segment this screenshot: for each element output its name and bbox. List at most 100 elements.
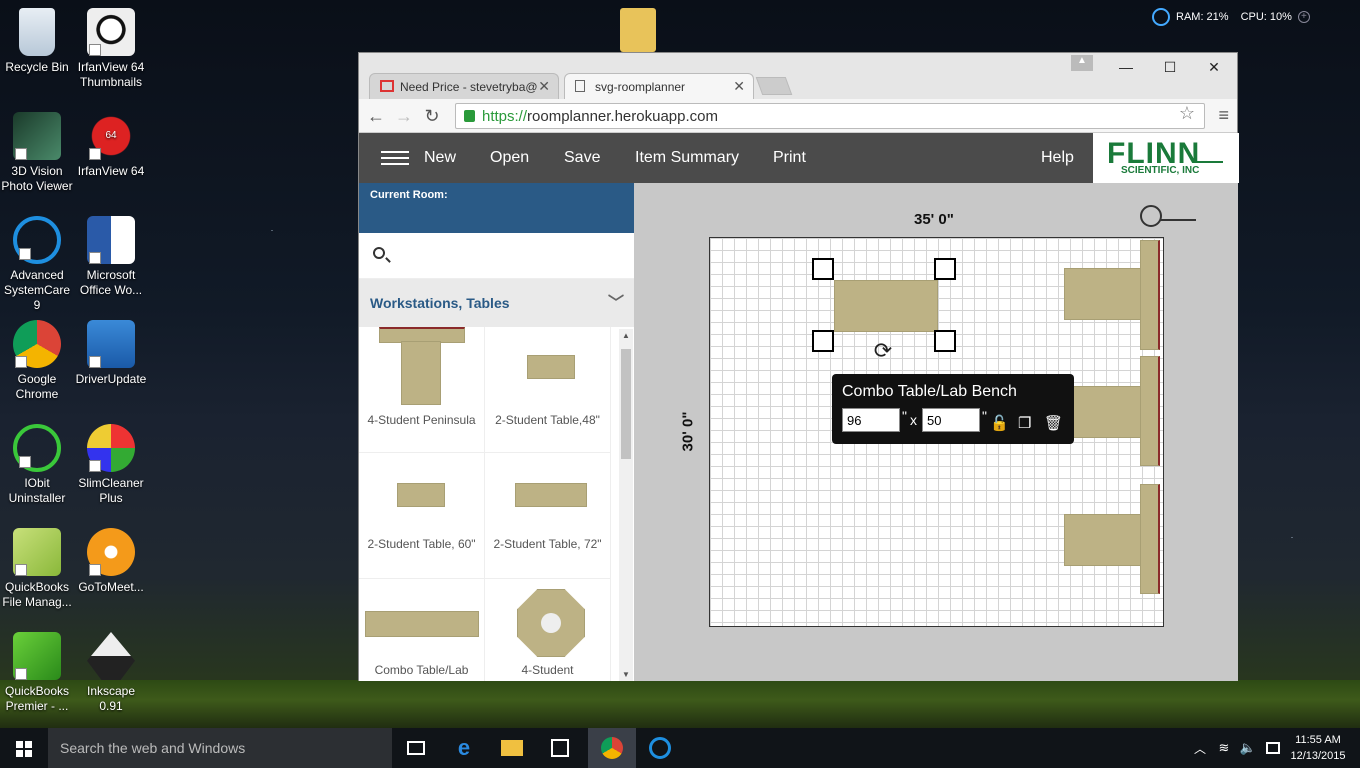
desktop-icon-irfanview-thumbnails[interactable]: IrfanView 64 Thumbnails [74,8,148,90]
taskbar-search[interactable]: Search the web and Windows [48,728,392,768]
close-window-button[interactable]: ✕ [1191,53,1237,81]
url-field[interactable]: https://roomplanner.herokuapp.com [455,103,1205,129]
palette-item-label: 2-Student Table,48" [495,413,600,427]
desktop-icon-ms-word[interactable]: Microsoft Office Wo... [74,216,148,298]
resize-handle-se[interactable] [934,330,956,352]
lock-icon [464,110,475,122]
peninsula-middle[interactable] [1064,386,1142,438]
scroll-up-icon[interactable]: ▲ [622,331,630,340]
tape-measure-icon[interactable] [1140,205,1198,229]
rotate-icon[interactable]: ⟳ [870,338,896,364]
tab-roomplanner[interactable]: svg-roomplanner ✕ [564,73,754,99]
search-input[interactable] [359,233,634,279]
reload-icon[interactable]: ↻ [421,105,443,127]
chrome-taskbar-icon[interactable] [588,728,636,768]
category-selector[interactable]: Workstations, Tables ﹀ [359,279,634,327]
system-monitor-gadget[interactable]: RAM: 21% CPU: 10% + [1152,6,1322,28]
slimcleaner-icon [87,424,135,472]
room-floor-grid[interactable]: ⟳ Combo Table/Lab Bench " x " 🔓 ❐ 🗑 [709,237,1164,627]
hamburger-menu-icon[interactable] [381,147,409,169]
item-palette: 4-Student Peninsula 2-Student Table,48" … [359,327,617,681]
peninsula-bottom[interactable] [1064,514,1142,566]
task-view-icon[interactable] [392,728,440,768]
desktop-icon-3d-vision[interactable]: 3D Vision Photo Viewer [0,112,74,194]
file-explorer-icon[interactable] [488,728,536,768]
address-bar-row: ← → ↻ https://roomplanner.herokuapp.com … [359,99,1237,133]
minimize-button[interactable]: — [1103,53,1149,81]
room-canvas[interactable]: 35' 0" 30' 0" ⟳ Combo Table/Lab Bench 96… [634,183,1238,681]
menu-print[interactable]: Print [773,133,806,183]
chrome-menu-icon[interactable]: ≡ [1218,105,1229,126]
new-tab-button[interactable] [755,77,793,95]
palette-item-label: 2-Student Table, 60" [367,537,476,551]
item-properties-popup: Combo Table/Lab Bench " x " 🔓 ❐ 🗑 [832,374,1074,444]
scroll-thumb[interactable] [621,349,631,459]
desktop-icon-irfanview[interactable]: 64 IrfanView 64 [74,112,148,179]
desktop-icon-recycle-bin[interactable]: Recycle Bin [0,8,74,75]
desktop-icon-advanced-systemcare[interactable]: Advanced SystemCare 9 [0,216,74,313]
zip-folder-icon[interactable] [620,8,656,52]
resize-handle-sw[interactable] [812,330,834,352]
desktop-icon-gotomeeting[interactable]: GoToMeet... [74,528,148,595]
combo-table-shape [365,611,479,637]
peninsula-bottom-wall[interactable] [1140,484,1160,594]
resize-handle-ne[interactable] [934,258,956,280]
profile-icon[interactable]: ▲ [1071,55,1093,71]
systemcare-icon [13,216,61,264]
tab-gmail[interactable]: Need Price - stevetryba@ ✕ [369,73,559,99]
edge-icon[interactable]: e [440,728,488,768]
desktop-icon-slimcleaner[interactable]: SlimCleaner Plus [74,424,148,506]
store-icon[interactable] [536,728,584,768]
bookmark-star-icon[interactable]: ☆ [1179,103,1195,124]
palette-item[interactable]: 2-Student Table, 72" [485,453,611,579]
peninsula-top-wall[interactable] [1140,240,1160,350]
plus-circle-icon[interactable]: + [1297,11,1310,23]
duplicate-icon[interactable]: ❐ [1018,414,1031,432]
desktop-icon-label: GoToMeet... [78,580,144,594]
close-tab-icon[interactable]: ✕ [733,78,745,95]
desktop-icon-quickbooks-file-manager[interactable]: QuickBooks File Manag... [0,528,74,610]
palette-item[interactable]: 2-Student Table,48" [485,327,611,453]
system-clock[interactable]: 11:55 AM 12/13/2015 [1288,732,1348,764]
palette-item[interactable]: 2-Student Table, 60" [359,453,485,579]
menu-save[interactable]: Save [564,133,600,183]
desktop-icon-google-chrome[interactable]: Google Chrome [0,320,74,402]
unlock-icon[interactable]: 🔓 [990,414,1009,432]
shortcut-arrow-icon [19,248,31,260]
resize-handle-nw[interactable] [812,258,834,280]
desktop-icon-iobit-uninstaller[interactable]: IObit Uninstaller [0,424,74,506]
width-input[interactable] [842,408,900,432]
scroll-down-icon[interactable]: ▼ [622,670,630,679]
menu-item-summary[interactable]: Item Summary [635,133,739,183]
notifications-icon[interactable] [1260,728,1286,768]
volume-icon[interactable]: 🔈 [1236,728,1260,768]
chevron-up-icon[interactable]: ︿ [1186,728,1214,768]
palette-item[interactable]: 4-Student [485,579,611,681]
desktop-icon-label: Google Chrome [15,372,59,401]
desktop-icon-driverupdate[interactable]: DriverUpdate [74,320,148,387]
shortcut-arrow-icon [89,252,101,264]
palette-item-label: 2-Student Table, 72" [493,537,602,551]
wifi-icon[interactable]: ≋ [1212,728,1236,768]
systemcare-taskbar-icon[interactable] [636,728,684,768]
back-arrow-icon[interactable]: ← [365,105,387,127]
close-tab-icon[interactable]: ✕ [538,78,550,95]
trash-icon[interactable]: 🗑 [1044,414,1063,432]
palette-scrollbar[interactable]: ▲ ▼ [619,329,633,681]
peninsula-top[interactable] [1064,268,1142,320]
desktop-icon-inkscape[interactable]: Inkscape 0.91 [74,632,148,714]
palette-item[interactable]: Combo Table/Lab [359,579,485,681]
desktop-icon-quickbooks-premier[interactable]: QuickBooks Premier - ... [0,632,74,714]
peninsula-middle-wall[interactable] [1140,356,1160,466]
palette-item[interactable]: 4-Student Peninsula [359,327,485,453]
maximize-button[interactable]: ☐ [1147,53,1193,81]
windows-start-icon[interactable] [0,728,48,768]
irfanview-badge: 64 [105,130,117,141]
menu-open[interactable]: Open [490,133,529,183]
forward-arrow-icon[interactable]: → [393,105,415,127]
menu-help[interactable]: Help [1041,133,1074,183]
combo-table-selected[interactable] [834,280,938,332]
menu-new[interactable]: New [424,133,456,183]
clock-date: 12/13/2015 [1290,750,1346,762]
height-input[interactable] [922,408,980,432]
